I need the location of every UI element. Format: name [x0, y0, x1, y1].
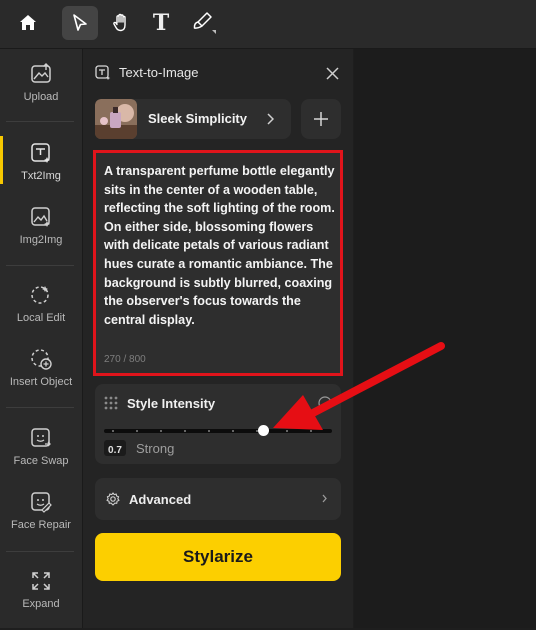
brush-icon — [193, 12, 216, 34]
intensity-level: Strong — [136, 441, 175, 456]
sidebar-divider — [6, 407, 74, 408]
home-button[interactable] — [10, 6, 46, 40]
text-icon: T — [152, 10, 170, 36]
face-swap-icon — [31, 428, 51, 447]
face-repair-icon — [31, 492, 52, 513]
upload-icon — [31, 63, 51, 83]
advanced-label: Advanced — [129, 492, 192, 507]
prompt-text: A transparent perfume bottle elegantly s… — [104, 164, 335, 327]
sidebar-item-label: Local Edit — [16, 312, 66, 324]
sidebar-item-txt2img[interactable]: Txt2Img — [0, 142, 82, 202]
sidebar-item-expand[interactable]: Expand — [0, 570, 82, 630]
sidebar-item-label: Face Repair — [11, 519, 71, 531]
chevron-right-icon — [322, 494, 327, 503]
chevron-right-icon — [267, 113, 274, 125]
sidebar-item-local-edit[interactable]: Local Edit — [0, 284, 82, 344]
intensity-value-badge: 0.7 — [104, 440, 126, 456]
top-toolbar: T — [0, 0, 536, 49]
text-tool-button[interactable]: T — [143, 6, 179, 40]
sidebar-divider — [6, 551, 74, 552]
sidebar-divider — [6, 121, 74, 122]
stylize-button[interactable]: Stylarize — [95, 533, 341, 581]
advanced-section[interactable]: Advanced — [95, 478, 341, 520]
sidebar-item-label: Face Swap — [13, 455, 69, 467]
img2img-icon — [31, 207, 50, 227]
close-icon[interactable] — [326, 67, 339, 80]
local-edit-icon — [31, 286, 49, 304]
style-preset-selector[interactable]: Sleek Simplicity — [95, 99, 291, 139]
intensity-value: 0.7 — [108, 445, 122, 456]
style-preset-name: Sleek Simplicity — [148, 111, 247, 126]
insert-object-icon — [31, 349, 52, 370]
sidebar-divider — [6, 265, 74, 266]
brush-tool-button[interactable] — [185, 6, 221, 40]
select-tool-button[interactable] — [62, 6, 98, 40]
add-style-button[interactable] — [301, 99, 341, 139]
gear-icon — [106, 492, 120, 506]
style-intensity-label: Style Intensity — [127, 396, 216, 411]
prompt-character-count: 270 / 800 — [104, 354, 146, 365]
sidebar-item-label: Insert Object — [9, 376, 73, 388]
expand-icon — [32, 572, 50, 590]
plus-icon — [314, 112, 328, 126]
sidebar-item-label: Img2Img — [19, 234, 63, 246]
select-pointer-icon — [73, 14, 87, 31]
home-icon — [20, 15, 36, 30]
hand-icon — [113, 13, 126, 32]
panel-title: Text-to-Image — [119, 65, 199, 80]
sidebar-item-label: Expand — [22, 598, 60, 610]
text-to-image-icon — [95, 65, 111, 80]
annotation-arrow — [273, 342, 445, 430]
hand-tool-button[interactable] — [103, 6, 139, 40]
sidebar-item-insert-object[interactable]: Insert Object — [0, 348, 82, 408]
sidebar-item-upload[interactable]: Upload — [0, 63, 82, 123]
txt2img-icon — [31, 143, 50, 163]
sidebar-item-label: Upload — [23, 91, 59, 103]
drag-handle-icon[interactable] — [104, 396, 118, 410]
style-preset-thumbnail — [95, 99, 137, 139]
sidebar-item-face-repair[interactable]: Face Repair — [0, 491, 82, 551]
sidebar-item-img2img[interactable]: Img2Img — [0, 206, 82, 266]
sidebar-item-face-swap[interactable]: Face Swap — [0, 427, 82, 487]
sidebar-item-label: Txt2Img — [21, 170, 61, 182]
stylize-label: Stylarize — [183, 547, 253, 566]
